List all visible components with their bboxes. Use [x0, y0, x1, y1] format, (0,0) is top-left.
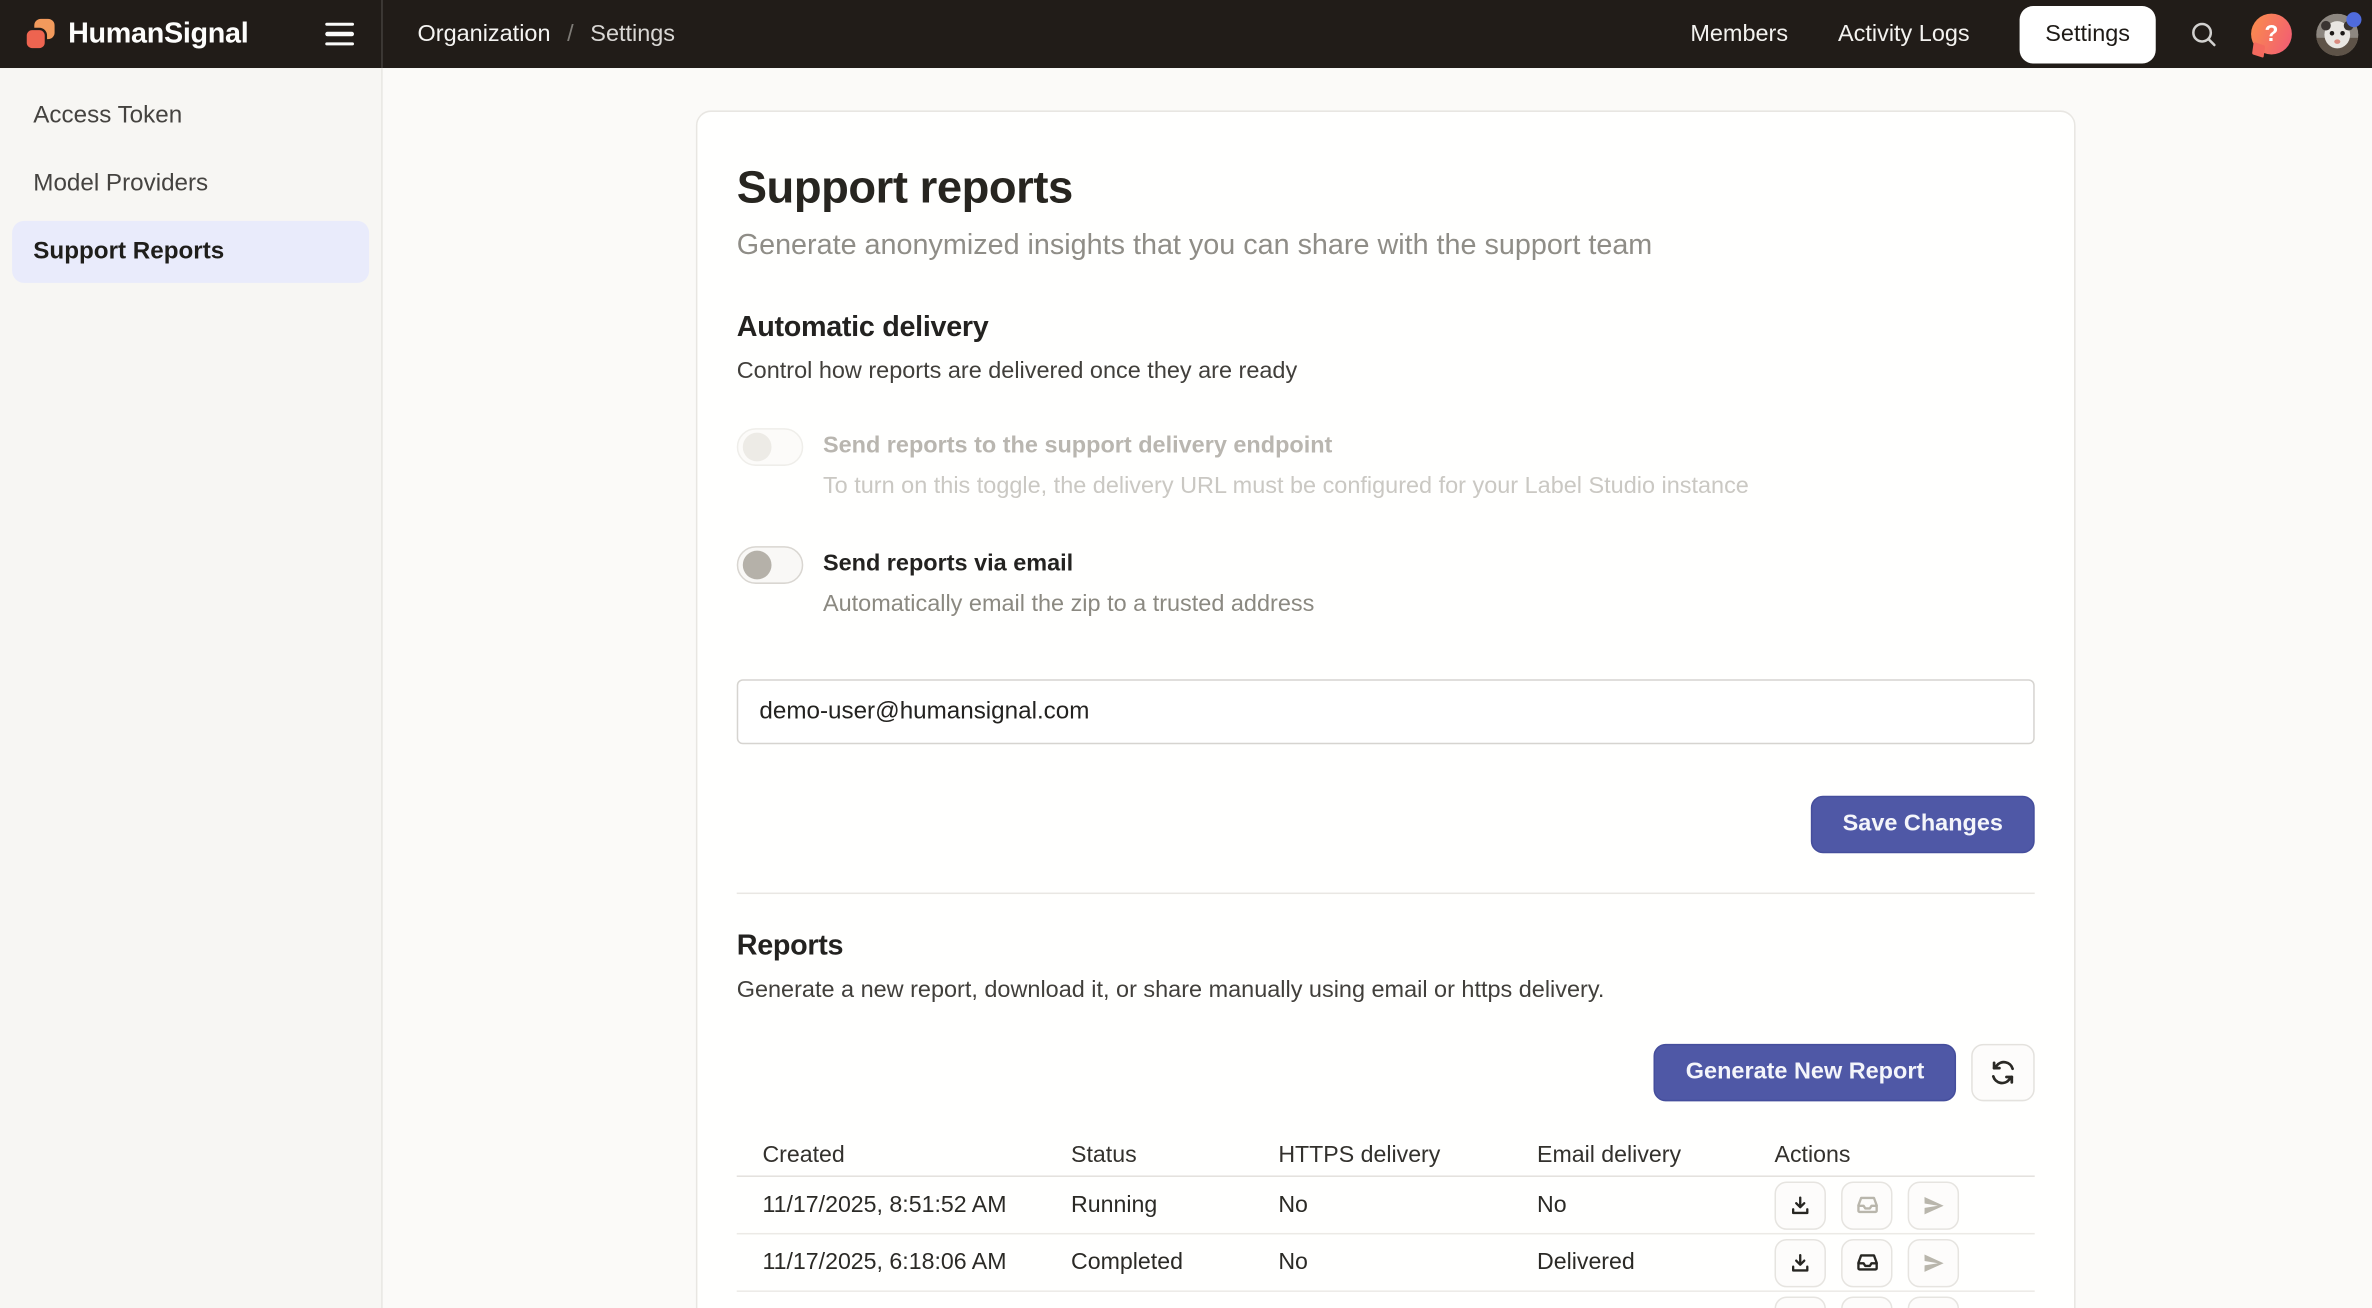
automatic-delivery-description: Control how reports are delivered once t… — [737, 359, 2035, 386]
automatic-delivery-heading: Automatic delivery — [737, 312, 2035, 345]
menu-icon[interactable] — [322, 17, 357, 52]
generate-new-report-button[interactable]: Generate New Report — [1654, 1044, 1956, 1101]
brand[interactable]: HumanSignal — [23, 17, 249, 52]
refresh-icon — [1989, 1059, 2016, 1086]
cell-actions — [1775, 1296, 2035, 1308]
send-report-button[interactable] — [1908, 1238, 1959, 1286]
send-icon — [1921, 1250, 1945, 1274]
app-body: Access Token Model Providers Support Rep… — [0, 68, 2372, 1308]
breadcrumb-settings[interactable]: Settings — [590, 20, 675, 47]
email-toggle-description: Automatically email the zip to a trusted… — [823, 592, 1314, 619]
table-row: 11/17/2025, 6:18:06 AM Completed No Deli… — [737, 1234, 2035, 1291]
save-row: Save Changes — [737, 796, 2035, 853]
settings-sidebar: Access Token Model Providers Support Rep… — [0, 68, 383, 1308]
endpoint-toggle-label: Send reports to the support delivery end… — [823, 428, 1749, 460]
sidebar-item-support-reports[interactable]: Support Reports — [12, 221, 369, 283]
notification-dot — [2346, 11, 2361, 26]
cell-https-delivery: No — [1278, 1191, 1537, 1218]
breadcrumb: Organization / Settings — [383, 0, 675, 68]
help-button[interactable]: ? — [2251, 14, 2292, 55]
download-report-button[interactable] — [1775, 1181, 1826, 1229]
screen: HumanSignal Organization / Settings Memb… — [0, 0, 2372, 1308]
inbox-icon — [1854, 1250, 1880, 1276]
nav-settings-active[interactable]: Settings — [2020, 5, 2156, 62]
trusted-email-input[interactable] — [737, 679, 2035, 744]
save-changes-button[interactable]: Save Changes — [1811, 796, 2035, 853]
toggle-knob — [743, 551, 772, 580]
download-icon — [1788, 1250, 1812, 1274]
endpoint-toggle-row: Send reports to the support delivery end… — [737, 428, 2035, 501]
search-icon — [2188, 18, 2220, 50]
col-https-delivery: HTTPS delivery — [1278, 1141, 1537, 1168]
reports-actions-row: Generate New Report — [737, 1044, 2035, 1101]
cell-actions — [1775, 1238, 2035, 1286]
col-email-delivery: Email delivery — [1537, 1141, 1775, 1168]
col-created: Created — [762, 1141, 1071, 1168]
cell-https-delivery: No — [1278, 1249, 1537, 1276]
breadcrumb-separator: / — [567, 20, 574, 47]
cell-actions — [1775, 1181, 2035, 1229]
main-content: Support reports Generate anonymized insi… — [383, 68, 2372, 1308]
table-header: Created Status HTTPS delivery Email deli… — [737, 1135, 2035, 1177]
breadcrumb-organization[interactable]: Organization — [418, 20, 551, 47]
humansignal-logo-icon — [23, 17, 58, 52]
help-question-icon: ? — [2265, 21, 2279, 47]
download-report-button[interactable] — [1775, 1296, 1826, 1308]
cell-email-delivery: No — [1537, 1191, 1775, 1218]
cell-email-delivery: Delivered — [1537, 1249, 1775, 1276]
cell-created: 11/17/2025, 6:18:06 AM — [762, 1249, 1071, 1276]
support-reports-card: Support reports Generate anonymized insi… — [696, 110, 2076, 1308]
reports-heading: Reports — [737, 930, 2035, 963]
topbar: HumanSignal Organization / Settings Memb… — [0, 0, 2372, 68]
cell-created: 11/17/2025, 8:51:52 AM — [762, 1191, 1071, 1218]
cell-status: Running — [1071, 1191, 1278, 1218]
endpoint-delivery-toggle[interactable] — [737, 428, 804, 466]
email-toggle-label: Send reports via email — [823, 546, 1314, 578]
section-divider — [737, 893, 2035, 895]
reports-table: Created Status HTTPS delivery Email deli… — [737, 1135, 2035, 1308]
email-toggle-row: Send reports via email Automatically ema… — [737, 546, 2035, 619]
cell-status: Completed — [1071, 1249, 1278, 1276]
reports-description: Generate a new report, download it, or s… — [737, 977, 2035, 1004]
nav-activity-logs[interactable]: Activity Logs — [1838, 20, 1970, 47]
col-actions: Actions — [1775, 1141, 2035, 1168]
toggle-knob — [743, 433, 772, 462]
send-report-button[interactable] — [1908, 1296, 1959, 1308]
topbar-actions: Members Activity Logs Settings ? — [1690, 0, 2372, 68]
brand-name: HumanSignal — [68, 17, 248, 50]
col-status: Status — [1071, 1141, 1278, 1168]
download-report-button[interactable] — [1775, 1238, 1826, 1286]
email-report-button[interactable] — [1841, 1181, 1892, 1229]
send-icon — [1921, 1193, 1945, 1217]
page-subtitle: Generate anonymized insights that you ca… — [737, 230, 2035, 263]
sidebar-item-model-providers[interactable]: Model Providers — [12, 153, 369, 215]
download-icon — [1788, 1193, 1812, 1217]
user-avatar[interactable] — [2316, 13, 2358, 55]
table-row: 11/17/2025, 6:16:02 AM Completed No No — [737, 1292, 2035, 1308]
email-delivery-toggle[interactable] — [737, 546, 804, 584]
topbar-brand-section: HumanSignal — [0, 0, 383, 68]
email-report-button[interactable] — [1841, 1296, 1892, 1308]
inbox-icon — [1854, 1192, 1880, 1218]
send-report-button[interactable] — [1908, 1181, 1959, 1229]
search-button[interactable] — [2188, 18, 2220, 50]
nav-members[interactable]: Members — [1690, 20, 1788, 47]
table-row: 11/17/2025, 8:51:52 AM Running No No — [737, 1177, 2035, 1234]
refresh-button[interactable] — [1971, 1044, 2035, 1101]
sidebar-item-access-token[interactable]: Access Token — [12, 85, 369, 147]
page-title: Support reports — [737, 163, 2035, 214]
email-report-button[interactable] — [1841, 1238, 1892, 1286]
endpoint-toggle-description: To turn on this toggle, the delivery URL… — [823, 474, 1749, 501]
